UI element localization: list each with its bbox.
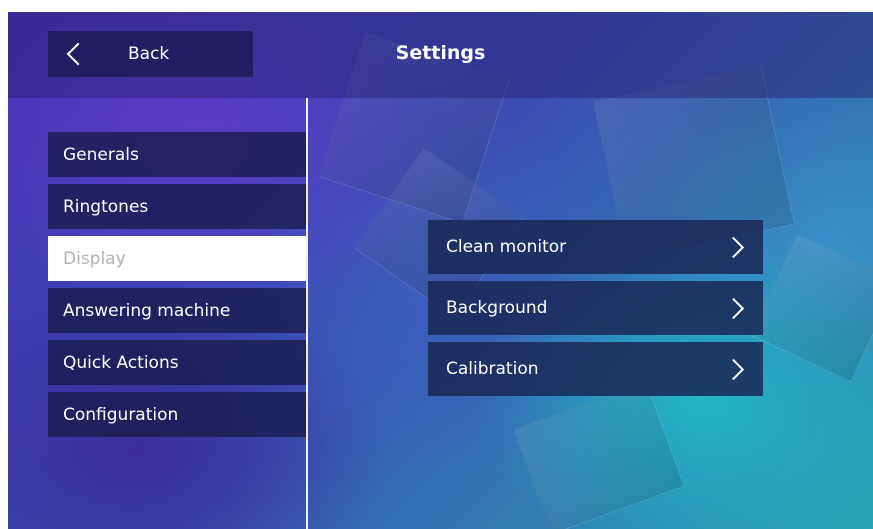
menu-item-display[interactable]: Display bbox=[48, 236, 306, 281]
option-label: Calibration bbox=[446, 359, 539, 379]
chevron-right-icon bbox=[722, 236, 745, 258]
chevron-right-icon bbox=[722, 358, 745, 380]
menu-item-configuration[interactable]: Configuration bbox=[48, 392, 306, 437]
header-bar: Back Settings bbox=[8, 12, 873, 98]
option-label: Clean monitor bbox=[446, 237, 567, 257]
calibration-option[interactable]: Calibration bbox=[428, 342, 763, 396]
chevron-right-icon bbox=[722, 297, 745, 319]
clean-monitor-option[interactable]: Clean monitor bbox=[428, 220, 763, 274]
menu-item-ringtones[interactable]: Ringtones bbox=[48, 184, 306, 229]
background-cube bbox=[749, 233, 873, 383]
settings-screen: Back Settings Generals Ringtones Display… bbox=[8, 12, 873, 529]
settings-menu: Generals Ringtones Display Answering mac… bbox=[48, 132, 306, 444]
menu-item-quick-actions[interactable]: Quick Actions bbox=[48, 340, 306, 385]
option-label: Background bbox=[446, 298, 548, 318]
display-options: Clean monitor Background Calibration bbox=[428, 220, 763, 403]
menu-item-generals[interactable]: Generals bbox=[48, 132, 306, 177]
background-cube bbox=[513, 381, 685, 529]
menu-item-answering-machine[interactable]: Answering machine bbox=[48, 288, 306, 333]
background-option[interactable]: Background bbox=[428, 281, 763, 335]
panel-divider bbox=[306, 98, 308, 529]
page-title: Settings bbox=[395, 42, 486, 64]
